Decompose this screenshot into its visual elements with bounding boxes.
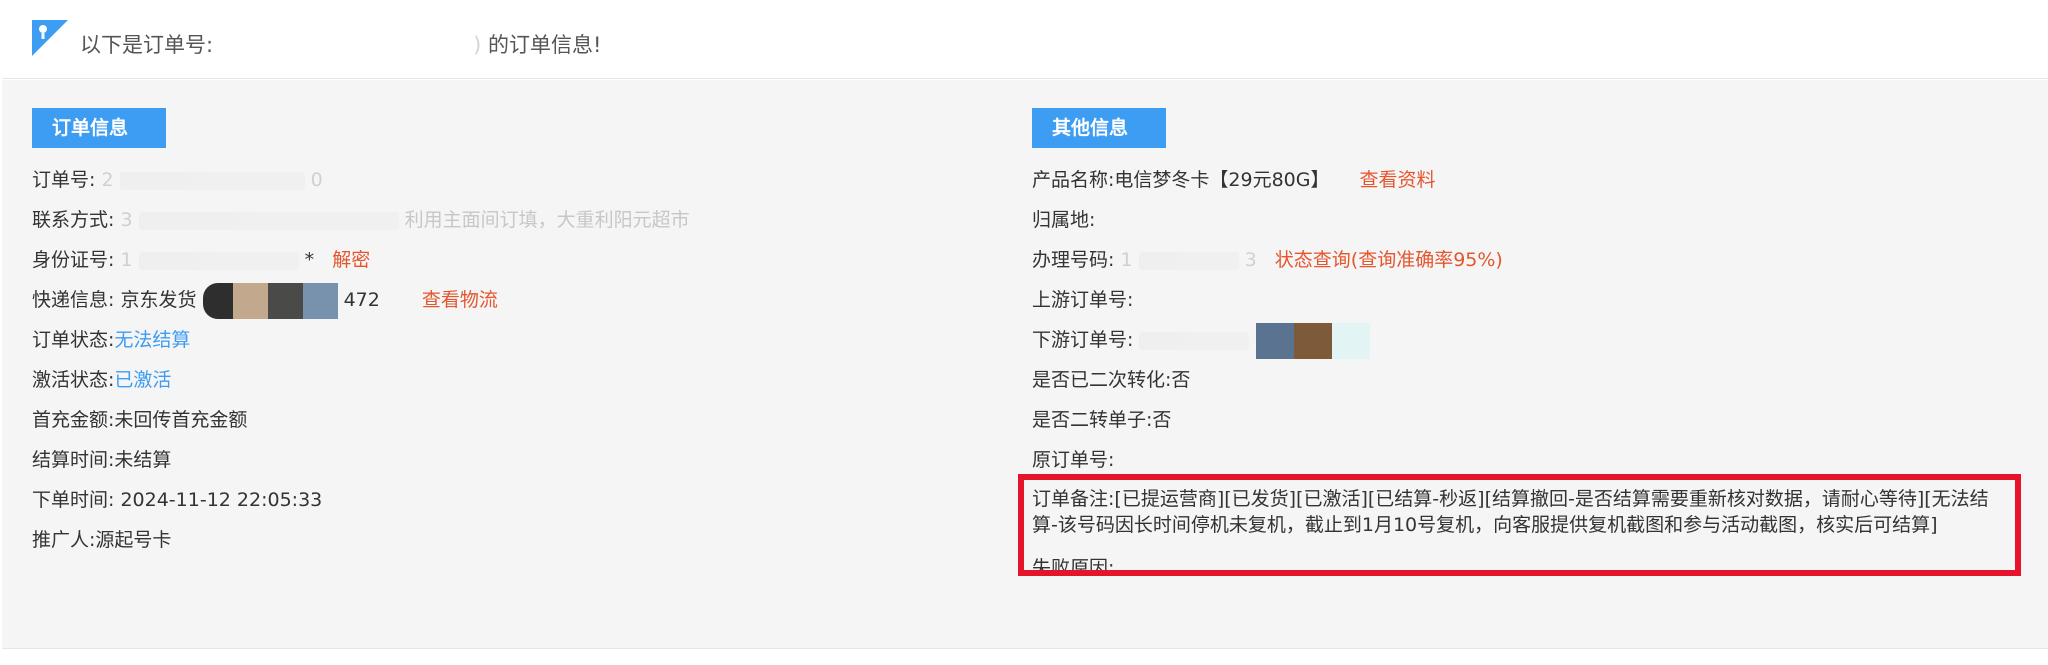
row-order-no: 订单号: 2 0 bbox=[32, 169, 323, 191]
row-fail-reason: 失败原因: bbox=[1032, 557, 1115, 579]
masked-value bbox=[119, 171, 305, 190]
section-title-other-info: 其他信息 bbox=[1032, 108, 1167, 148]
row-contact: 联系方式: 3 利用主面间订填，大重利阳元超市 bbox=[32, 209, 690, 231]
masked-order-image bbox=[1255, 321, 1370, 361]
row-id-card: 身份证号: 1 * 解密 bbox=[32, 249, 371, 271]
decrypt-link[interactable]: 解密 bbox=[332, 249, 370, 271]
row-first-recharge: 首充金额:未回传首充金额 bbox=[32, 409, 248, 431]
masked-tracking-image bbox=[202, 281, 338, 321]
order-detail-page: 以下是订单号:) 的订单信息! 订单信息 订单号: 2 0 联系方式: 3 利用… bbox=[0, 0, 2048, 665]
order-status-value[interactable]: 无法结算 bbox=[114, 329, 190, 351]
page-header: 以下是订单号:) 的订单信息! bbox=[2, 2, 2048, 79]
order-info-column: 订单信息 订单号: 2 0 联系方式: 3 利用主面间订填，大重利阳元超市 身份… bbox=[32, 108, 992, 560]
order-panel: 订单信息 订单号: 2 0 联系方式: 3 利用主面间订填，大重利阳元超市 身份… bbox=[2, 80, 2048, 649]
view-info-link[interactable]: 查看资料 bbox=[1360, 169, 1436, 191]
masked-value bbox=[138, 211, 399, 230]
masked-value bbox=[1138, 251, 1239, 270]
row-promoter: 推广人:源起号卡 bbox=[32, 529, 172, 551]
row-original-order: 原订单号: bbox=[1032, 449, 1115, 471]
row-downstream: 下游订单号: bbox=[1032, 320, 2032, 360]
title-suffix: 的订单信息! bbox=[487, 33, 602, 57]
remark-highlight: 订单备注:[已提运营商][已发货][已激活][已结算-秒返][结算撤回-是否结算… bbox=[1018, 474, 2032, 576]
page-title: 以下是订单号:) 的订单信息! bbox=[80, 24, 601, 66]
other-info-column: 其他信息 产品名称:电信梦冬卡【29元80G】 查看资料 归属地: 办理号码: … bbox=[1018, 108, 2032, 588]
title-order-tail: ) bbox=[473, 33, 482, 57]
row-remark: 订单备注:[已提运营商][已发货][已激活][已结算-秒返][结算撤回-是否结算… bbox=[1032, 488, 1989, 536]
activation-status-value[interactable]: 已激活 bbox=[114, 369, 171, 391]
masked-value bbox=[1139, 331, 1250, 350]
status-query-link[interactable]: 状态查询(查询准确率95%) bbox=[1275, 249, 1503, 271]
row-upstream: 上游订单号: bbox=[1032, 289, 1134, 311]
row-order-status: 订单状态:无法结算 bbox=[32, 329, 191, 351]
masked-order-number bbox=[213, 34, 473, 52]
info-flag-icon bbox=[32, 20, 68, 56]
title-prefix: 以下是订单号: bbox=[80, 33, 214, 57]
view-logistics-link[interactable]: 查看物流 bbox=[422, 289, 498, 311]
section-title-order-info: 订单信息 bbox=[32, 108, 167, 148]
row-region: 归属地: bbox=[1032, 209, 1096, 231]
row-second-transfer: 是否二转单子:否 bbox=[1032, 409, 1172, 431]
row-product: 产品名称:电信梦冬卡【29元80G】 查看资料 bbox=[1032, 169, 1436, 191]
masked-value bbox=[138, 251, 299, 270]
row-activation-status: 激活状态:已激活 bbox=[32, 369, 172, 391]
row-second-convert: 是否已二次转化:否 bbox=[1032, 369, 1191, 391]
row-express: 快递信息: 京东发货 472 查看物流 bbox=[32, 280, 992, 320]
row-settle-time: 结算时间:未结算 bbox=[32, 449, 172, 471]
row-phone: 办理号码: 1 3 状态查询(查询准确率95%) bbox=[1032, 249, 1503, 271]
row-order-time: 下单时间: 2024-11-12 22:05:33 bbox=[32, 489, 323, 511]
